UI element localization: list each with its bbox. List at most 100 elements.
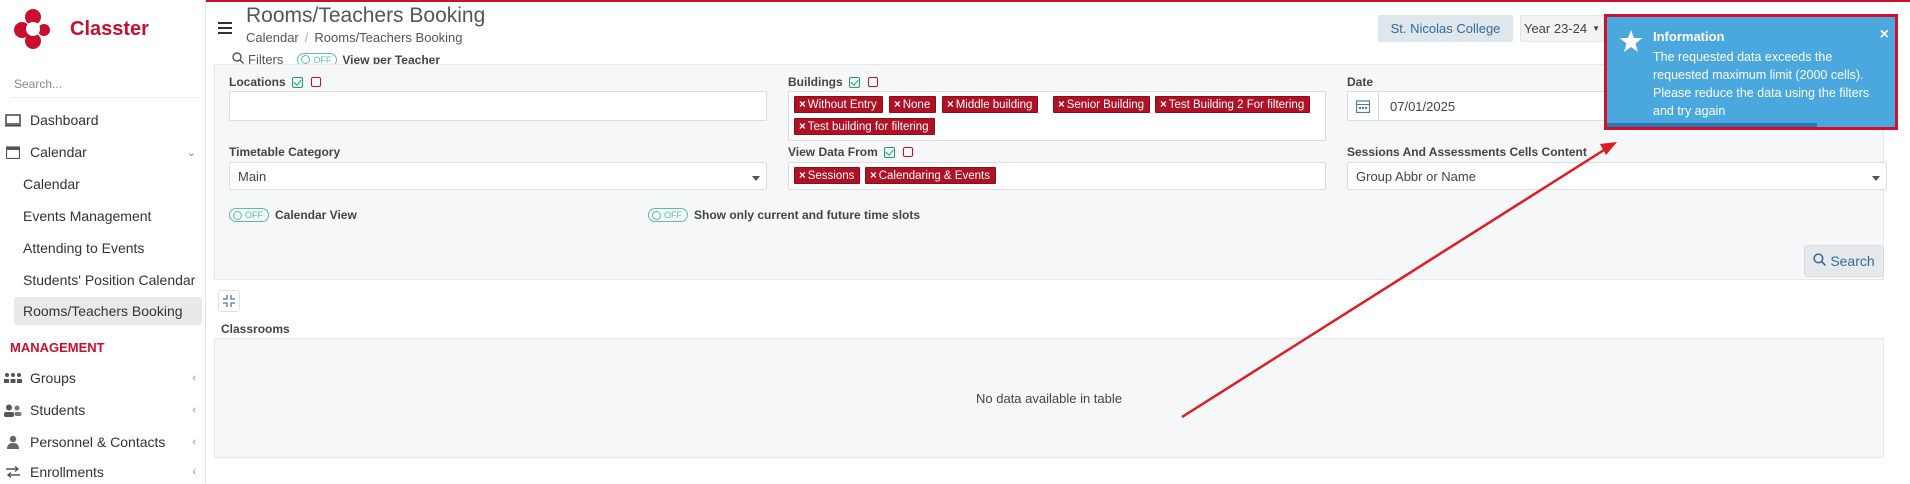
sidebar-item-dashboard[interactable]: Dashboard — [0, 106, 204, 134]
remove-icon: × — [799, 120, 806, 133]
collapse-filters-icon[interactable] — [218, 290, 240, 312]
building-tag[interactable]: × Test building for filtering — [794, 118, 935, 135]
sidebar: Classter Search... Dashboard Calendar ⌄ … — [0, 0, 206, 484]
year-selector-button[interactable]: Year 23-24 ▼ — [1520, 15, 1604, 42]
sidebar-subitem-attending-to-events[interactable]: Attending to Events — [14, 234, 202, 262]
buildings-label: Buildings — [788, 75, 878, 89]
classter-logo-icon — [12, 8, 54, 50]
top-accent-line — [206, 0, 1910, 2]
college-selector-button[interactable]: St. Nicolas College — [1378, 15, 1513, 42]
remove-icon: × — [799, 98, 806, 111]
calendar-view-row: OFF Calendar View — [229, 208, 357, 222]
divider — [10, 97, 200, 98]
sessions-cells-content-value: Group Abbr or Name — [1356, 169, 1476, 184]
building-tag[interactable]: × Without Entry — [794, 96, 883, 113]
deselect-all-icon[interactable] — [902, 147, 913, 157]
remove-icon: × — [1160, 98, 1167, 111]
select-all-icon[interactable] — [883, 146, 895, 158]
current-future-label: Show only current and future time slots — [694, 208, 921, 222]
logo[interactable]: Classter — [12, 8, 149, 50]
sessions-cells-content-select[interactable]: Group Abbr or Name — [1347, 162, 1887, 190]
star-icon — [1619, 29, 1643, 56]
sidebar-item-label: Students — [30, 402, 86, 418]
toast-title: Information — [1653, 29, 1725, 44]
date-value: 07/01/2025 — [1390, 99, 1456, 114]
sidebar-item-enrollments[interactable]: Enrollments ‹ — [0, 458, 204, 484]
deselect-all-icon[interactable] — [867, 77, 878, 87]
date-label: Date — [1347, 75, 1374, 89]
chevron-down-icon: ⌄ — [186, 146, 196, 159]
calendar-icon — [4, 145, 22, 159]
search-button[interactable]: Search — [1804, 245, 1884, 277]
sidebar-item-personnel-contacts[interactable]: Personnel & Contacts ‹ — [0, 428, 204, 456]
caret-down-icon — [1872, 176, 1880, 181]
select-all-icon[interactable] — [291, 76, 303, 88]
app-name: Classter — [70, 17, 149, 40]
divider — [1378, 92, 1379, 120]
current-future-toggle[interactable]: OFF — [648, 208, 688, 222]
sidebar-item-calendar[interactable]: Calendar ⌄ — [0, 138, 204, 166]
management-section-title: MANAGEMENT — [10, 340, 105, 355]
caret-down-icon — [752, 176, 760, 181]
view-data-from-label: View Data From — [788, 145, 913, 159]
sidebar-item-groups[interactable]: Groups ‹ — [0, 364, 204, 392]
students-icon — [4, 403, 22, 417]
search-icon — [1813, 253, 1827, 269]
chevron-left-icon: ‹ — [192, 436, 196, 448]
date-input[interactable]: 07/01/2025 — [1347, 91, 1607, 121]
view-data-from-multiselect[interactable]: × Sessions × Calendaring & Events — [788, 162, 1326, 190]
person-icon — [4, 435, 22, 449]
sidebar-item-label: Personnel & Contacts — [30, 434, 166, 450]
sidebar-subitem-events-management[interactable]: Events Management — [14, 202, 202, 230]
sidebar-item-students[interactable]: Students ‹ — [0, 396, 204, 424]
monitor-icon — [4, 113, 22, 127]
chevron-left-icon: ‹ — [192, 466, 196, 478]
remove-icon: × — [894, 98, 901, 111]
groups-icon — [4, 371, 22, 385]
current-future-row: OFF Show only current and future time sl… — [648, 208, 920, 222]
timetable-category-value: Main — [238, 169, 267, 184]
calendar-view-toggle[interactable]: OFF — [229, 208, 269, 222]
locations-label: Locations — [229, 75, 321, 89]
breadcrumb-item: Rooms/Teachers Booking — [314, 30, 463, 45]
building-tag[interactable]: × None — [889, 96, 937, 113]
timetable-category-label: Timetable Category — [229, 145, 341, 159]
sidebar-subitem-rooms-teachers-booking[interactable]: Rooms/Teachers Booking — [14, 297, 202, 325]
locations-input[interactable] — [229, 91, 767, 121]
remove-icon: × — [799, 169, 806, 182]
sidebar-search-input[interactable]: Search... — [14, 77, 62, 91]
building-tag[interactable]: × Test Building 2 For filtering — [1155, 96, 1311, 113]
calendar-view-label: Calendar View — [275, 208, 357, 222]
toast-message: The requested data exceeds the requested… — [1653, 50, 1870, 118]
sidebar-subitem-students-position-calendar[interactable]: Students' Position Calendar — [14, 266, 202, 294]
calendar-icon[interactable] — [1355, 99, 1371, 116]
buildings-multiselect[interactable]: × Without Entry × None × Middle building × S… — [788, 91, 1326, 141]
select-all-icon[interactable] — [848, 76, 860, 88]
chevron-left-icon: ‹ — [192, 404, 196, 416]
sidebar-subitem-calendar[interactable]: Calendar — [14, 170, 202, 198]
menu-toggle-icon[interactable] — [218, 22, 232, 37]
exchange-icon — [4, 465, 22, 479]
breadcrumb: Calendar / Rooms/Teachers Booking — [246, 30, 463, 45]
close-icon[interactable]: × — [1880, 26, 1889, 44]
sidebar-item-label: Enrollments — [30, 464, 104, 480]
data-source-tag[interactable]: × Sessions — [794, 167, 861, 184]
remove-icon: × — [870, 169, 877, 182]
breadcrumb-item[interactable]: Calendar — [246, 30, 299, 45]
caret-down-icon: ▼ — [1592, 24, 1601, 33]
sidebar-item-label: Dashboard — [30, 112, 99, 128]
information-toast[interactable]: Information The requested data exceeds t… — [1604, 14, 1898, 130]
chevron-left-icon: ‹ — [192, 372, 196, 384]
building-tag[interactable]: × Middle building — [942, 96, 1039, 113]
page-title: Rooms/Teachers Booking — [246, 4, 486, 27]
deselect-all-icon[interactable] — [310, 77, 321, 87]
empty-table-message: No data available in table — [976, 391, 1122, 406]
remove-icon: × — [1058, 98, 1065, 111]
toast-progress-bar — [1607, 123, 1818, 127]
data-source-tag[interactable]: × Calendaring & Events — [865, 167, 996, 184]
sessions-cells-content-label: Sessions And Assessments Cells Content — [1347, 145, 1587, 159]
sidebar-item-label: Calendar — [30, 144, 87, 160]
building-tag[interactable]: × Senior Building — [1053, 96, 1151, 113]
classrooms-label: Classrooms — [221, 322, 290, 336]
timetable-category-select[interactable]: Main — [229, 162, 767, 190]
